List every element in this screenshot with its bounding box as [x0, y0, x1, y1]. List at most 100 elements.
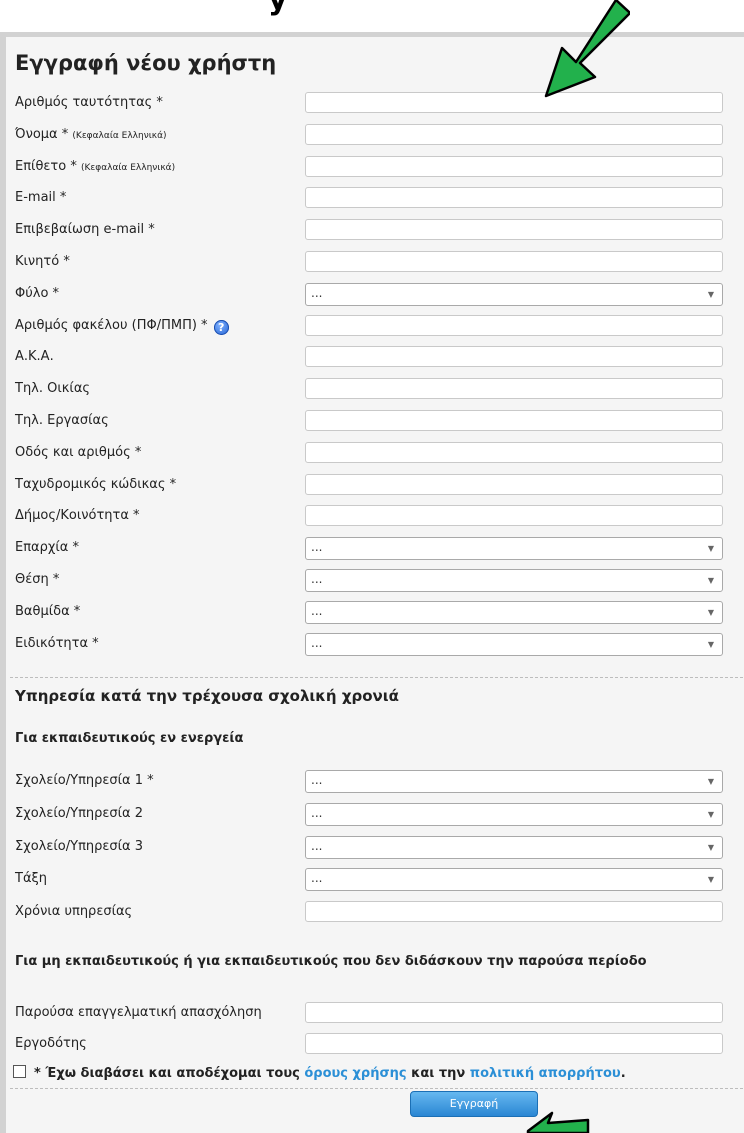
- select-value: ...: [311, 773, 323, 787]
- text-input[interactable]: [305, 410, 723, 431]
- select-value: ...: [311, 603, 323, 618]
- field-label-text: Αριθμός φακέλου (ΠΦ/ΠΜΠ) *: [15, 317, 208, 333]
- field-label: Σχολείο/Υπηρεσία 1 *: [15, 773, 154, 788]
- form-row: Επαρχία * ... ▼: [15, 537, 727, 561]
- select-field[interactable]: ... ▼: [305, 835, 723, 859]
- form-row: Δήμος/Κοινότητα *: [15, 505, 727, 529]
- text-input[interactable]: [305, 378, 723, 400]
- text-input[interactable]: [305, 505, 723, 527]
- field-label: Τηλ. Οικίας: [15, 381, 90, 396]
- text-input[interactable]: [305, 187, 723, 209]
- select-field[interactable]: ... ▼: [305, 632, 723, 656]
- text-input[interactable]: [305, 123, 723, 145]
- form-row: Παρούσα επαγγελματική απασχόληση: [15, 1002, 727, 1026]
- terms-of-use-link[interactable]: όρους χρήσης: [304, 1066, 406, 1081]
- select-value: ...: [311, 285, 323, 300]
- arrow-icon: [544, 0, 630, 98]
- field-label: Επιβεβαίωση e-mail *: [15, 222, 155, 237]
- text-input[interactable]: [305, 1002, 723, 1023]
- chevron-down-icon: ▼: [707, 809, 714, 819]
- field-label: Χρόνια υπηρεσίας: [15, 904, 132, 919]
- form-row: Εργοδότης: [15, 1033, 727, 1057]
- field-label: Εργοδότης: [15, 1036, 87, 1051]
- chevron-down-icon: ▼: [707, 875, 714, 885]
- form-row: Κινητό *: [15, 251, 727, 275]
- form-row: Σχολείο/Υπηρεσία 2 ... ▼: [15, 802, 727, 827]
- chevron-down-icon: ▼: [707, 576, 714, 585]
- page-title: Εγγραφή νέου χρήστη: [15, 51, 277, 75]
- other-users-title: Για μη εκπαιδευτικούς ή για εκπαιδευτικο…: [15, 954, 647, 969]
- text-input[interactable]: [305, 251, 723, 272]
- field-label: Βαθμίδα *: [15, 604, 80, 619]
- field-label-text: Επίθετο *: [15, 158, 77, 174]
- select-field[interactable]: ... ▼: [305, 802, 723, 826]
- help-icon[interactable]: ?: [213, 319, 229, 335]
- field-label: Κινητό *: [15, 254, 70, 269]
- field-label-text: Σχολείο/Υπηρεσία 1 *: [15, 773, 154, 788]
- terms-checkbox[interactable]: [13, 1065, 26, 1078]
- field-label: Φύλο *: [15, 286, 59, 301]
- field-label: Ειδικότητα *: [15, 636, 99, 651]
- select-field[interactable]: ... ▼: [305, 600, 723, 624]
- select-field[interactable]: ... ▼: [305, 770, 723, 793]
- section-divider: [10, 1088, 744, 1089]
- text-input[interactable]: [305, 314, 723, 336]
- terms-prefix: * Έχω διαβάσει και αποδέχομαι τους: [34, 1066, 305, 1081]
- field-label-text: Βαθμίδα *: [15, 603, 81, 619]
- text-input[interactable]: [305, 155, 723, 177]
- chevron-down-icon: ▼: [707, 289, 714, 299]
- chevron-down-icon: ▼: [707, 842, 714, 852]
- field-label: Θέση *: [15, 572, 59, 587]
- field-label-text: E-mail *: [15, 190, 67, 206]
- form-row: Τηλ. Οικίας: [15, 378, 727, 402]
- form-row: Αριθμός φακέλου (ΠΦ/ΠΜΠ) * ?: [15, 314, 727, 339]
- field-label: Τάξη: [15, 871, 47, 886]
- field-label: Επαρχία *: [15, 540, 79, 555]
- select-value: ...: [311, 871, 323, 886]
- field-label-text: Παρούσα επαγγελματική απασχόληση: [15, 1005, 262, 1020]
- field-label: Σχολείο/Υπηρεσία 3: [15, 839, 143, 854]
- field-label: Παρούσα επαγγελματική απασχόληση: [15, 1005, 262, 1020]
- field-label-text: Αριθμός ταυτότητας *: [15, 95, 163, 110]
- arrow-icon: [526, 1111, 590, 1133]
- select-field[interactable]: ... ▼: [305, 569, 723, 592]
- field-label: Σχολείο/Υπηρεσία 2: [15, 806, 143, 821]
- form-row: Ταχυδρομικός κώδικας *: [15, 473, 727, 498]
- field-label-text: Ταχυδρομικός κώδικας *: [15, 476, 177, 492]
- text-input[interactable]: [305, 92, 723, 113]
- field-label-text: Σχολείο/Υπηρεσία 3: [15, 838, 144, 854]
- text-input[interactable]: [305, 901, 723, 923]
- active-teachers-title: Για εκπαιδευτικούς εν ενεργεία: [15, 731, 244, 746]
- text-input[interactable]: [305, 1033, 723, 1054]
- privacy-policy-link[interactable]: πολιτική απορρήτου: [470, 1066, 621, 1081]
- field-label-text: Θέση *: [15, 572, 60, 587]
- text-input[interactable]: [305, 346, 723, 368]
- form-row: Χρόνια υπηρεσίας: [15, 901, 727, 925]
- field-label: E-mail *: [15, 190, 66, 205]
- chevron-down-icon: ▼: [707, 777, 714, 786]
- text-input[interactable]: [305, 219, 723, 241]
- select-field[interactable]: ... ▼: [305, 282, 723, 306]
- field-label-text: Εργοδότης: [15, 1036, 87, 1051]
- field-label-text: Όνομα *: [15, 126, 69, 142]
- field-label-text: Τηλ. Οικίας: [15, 381, 91, 397]
- field-label-text: Ειδικότητα *: [15, 635, 99, 651]
- cropped-heading-fragment: y: [268, 0, 288, 17]
- form-row: Α.Κ.Α.: [15, 346, 727, 370]
- register-button[interactable]: Εγγραφή: [410, 1091, 538, 1117]
- field-label-text: Α.Κ.Α.: [15, 349, 54, 365]
- field-label-text: Χρόνια υπηρεσίας: [15, 904, 133, 920]
- terms-suffix: .: [620, 1066, 626, 1081]
- form-row: Θέση * ... ▼: [15, 569, 727, 593]
- form-row: Οδός και αριθμός *: [15, 441, 727, 466]
- select-field[interactable]: ... ▼: [305, 537, 723, 561]
- select-field[interactable]: ... ▼: [305, 868, 723, 892]
- field-label: Αριθμός φακέλου (ΠΦ/ΠΜΠ) * ?: [15, 318, 229, 335]
- field-label-text: Σχολείο/Υπηρεσία 2: [15, 805, 144, 821]
- text-input[interactable]: [305, 473, 723, 495]
- text-input[interactable]: [305, 441, 723, 463]
- select-value: ...: [311, 838, 323, 853]
- field-label: Ταχυδρομικός κώδικας *: [15, 477, 176, 492]
- form-row: Όνομα * (Κεφαλαία Ελληνικά): [15, 123, 727, 148]
- service-section-title: Υπηρεσία κατά την τρέχουσα σχολική χρονι…: [15, 687, 399, 705]
